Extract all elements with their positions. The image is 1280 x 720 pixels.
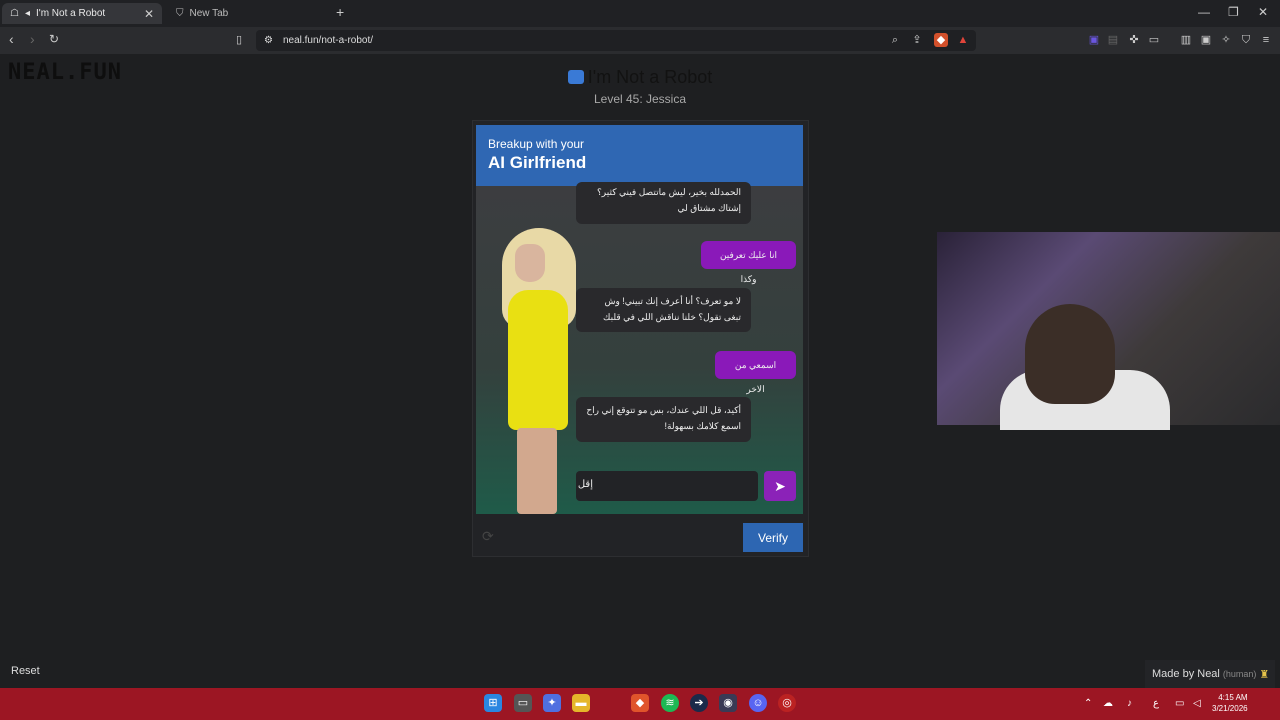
extension-disabled-icon[interactable]: ▤ <box>1106 33 1120 47</box>
onedrive-icon[interactable]: ☁ <box>1103 698 1113 709</box>
brave-browser-icon[interactable]: ◆ <box>631 694 649 712</box>
network-icon[interactable]: ▭ <box>1175 698 1184 709</box>
chat-message-bot: الحمدلله بخير، ليش ماتتصل فيني كثير؟ إشت… <box>576 182 751 224</box>
app-arrow-icon[interactable]: ➔ <box>690 694 708 712</box>
refresh-icon[interactable]: ⟳ <box>482 528 494 545</box>
header-title: AI Girlfriend <box>488 153 587 172</box>
microphone-icon[interactable]: ♪ <box>1127 698 1132 709</box>
chat-message-bot: لا مو تعرف؟ أنا أعرف إنك تبيني! وش تبغى … <box>576 288 751 332</box>
menu-hamburger-icon[interactable]: ≡ <box>1259 33 1273 47</box>
robot-icon <box>567 70 584 84</box>
discord-icon[interactable]: ☺ <box>749 694 767 712</box>
header-subtitle: Breakup with your <box>488 137 585 151</box>
chat-input[interactable]: إقل <box>576 471 758 501</box>
rewards-triangle-icon[interactable]: ▲ <box>956 33 970 47</box>
sidebar-icon[interactable]: ▥ <box>1179 33 1193 47</box>
trophy-icon: ♜ <box>1259 668 1270 681</box>
chat-message-bot: أكيد، قل اللي عندك، بس مو تتوقع إني راح … <box>576 397 751 442</box>
leo-ai-icon[interactable]: ✧ <box>1219 33 1233 47</box>
spotify-icon[interactable]: ≋ <box>661 694 679 712</box>
chrome-icon[interactable]: ◎ <box>778 694 796 712</box>
send-icon[interactable]: ➤ <box>764 471 796 501</box>
url-text: neal.fun/not-a-robot/ <box>282 35 374 46</box>
tray-chevron-icon[interactable]: ⌃ <box>1084 698 1092 709</box>
back-arrow-icon[interactable]: ‹ <box>9 31 14 47</box>
obs-icon[interactable]: ◉ <box>719 694 737 712</box>
robot-favicon-icon: ☖ <box>10 8 19 19</box>
bookmark-icon[interactable]: ▯ <box>236 33 242 46</box>
windows-start-icon[interactable]: ⊞ <box>484 694 502 712</box>
forward-arrow-icon[interactable]: › <box>30 31 35 47</box>
page-title-text: I'm Not a Robot <box>587 67 713 87</box>
speaker-icon: ◂ <box>24 8 30 19</box>
reload-icon[interactable]: ↻ <box>49 32 59 46</box>
site-settings-icon[interactable]: ⚙ <box>264 35 273 46</box>
new-tab-plus-icon[interactable]: + <box>336 4 344 20</box>
close-tab-icon[interactable]: ✕ <box>144 7 154 21</box>
minimize-icon[interactable]: — <box>1198 5 1210 19</box>
address-bar[interactable]: ⚙ neal.fun/not-a-robot/ <box>256 30 976 51</box>
verify-button[interactable]: Verify <box>743 523 803 552</box>
page-title: I'm Not a Robot <box>0 67 1280 88</box>
tab-label: I'm Not a Robot <box>36 8 106 19</box>
restore-icon[interactable]: ❐ <box>1228 5 1239 19</box>
wallet-icon[interactable]: ▣ <box>1199 33 1213 47</box>
avatar-dress <box>508 290 568 430</box>
screenshot-icon[interactable]: ▭ <box>1147 33 1161 47</box>
tab-im-not-a-robot[interactable]: ☖ ◂ I'm Not a Robot ✕ <box>2 3 162 24</box>
shield-favicon-icon: ⛉ <box>176 8 184 19</box>
close-window-icon[interactable]: ✕ <box>1258 5 1268 19</box>
brave-shield-outline-icon[interactable]: ⛉ <box>1239 33 1253 47</box>
brave-shields-icon[interactable]: ◆ <box>934 33 948 47</box>
vpn-icon[interactable]: ▣ <box>1087 33 1101 47</box>
chat-message-user: اسمعي من الاخر <box>715 351 796 394</box>
webcam-person-head <box>1025 304 1115 404</box>
avatar-legs <box>517 428 557 514</box>
human-tag: (human) <box>1222 669 1257 679</box>
extensions-puzzle-icon[interactable]: ✜ <box>1127 33 1141 47</box>
made-by-text: Made by Neal <box>1152 668 1220 680</box>
clock-time: 4:15 AM <box>1218 693 1248 702</box>
reset-button[interactable]: Reset <box>11 665 40 677</box>
volume-icon[interactable]: ◁ <box>1193 698 1201 709</box>
avatar-face <box>515 244 545 282</box>
share-icon[interactable]: ⇪ <box>910 33 924 47</box>
chat-message-user: انا عليك تعرفين وكذا <box>701 241 796 284</box>
tab-new-tab[interactable]: ⛉ New Tab <box>168 3 328 24</box>
copilot-icon[interactable]: ✦ <box>543 694 561 712</box>
made-by-badge[interactable]: Made by Neal (human) ♜ <box>1145 660 1275 688</box>
tab-label: New Tab <box>189 8 229 19</box>
zoom-icon[interactable]: ⌕ <box>888 33 902 47</box>
clock-date: 3/21/2026 <box>1212 704 1248 713</box>
system-clock[interactable]: 4:15 AM 3/21/2026 <box>1212 692 1248 714</box>
level-label: Level 45: Jessica <box>593 92 687 106</box>
task-view-icon[interactable]: ▭ <box>514 694 532 712</box>
language-indicator[interactable]: ع <box>1153 698 1159 709</box>
file-explorer-icon[interactable]: ▬ <box>572 694 590 712</box>
